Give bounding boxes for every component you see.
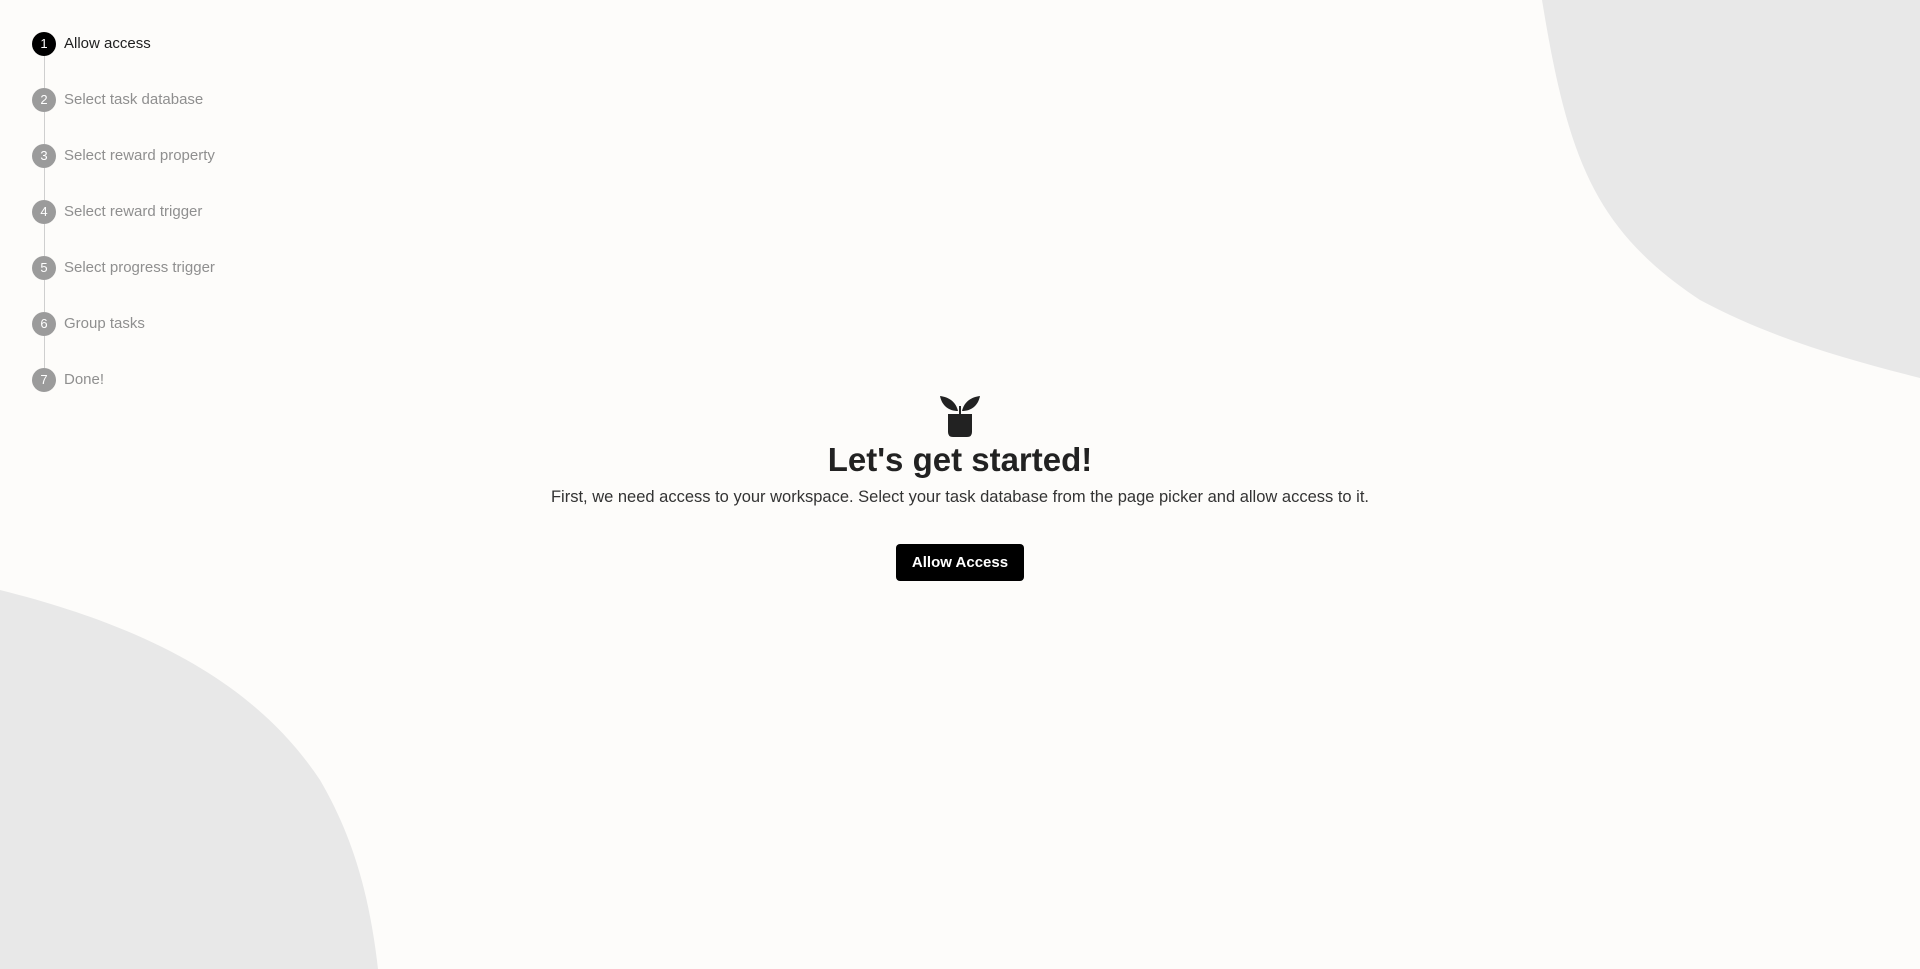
step-label: Group tasks — [64, 315, 145, 332]
step-connector — [43, 56, 45, 88]
step-label: Select reward property — [64, 147, 215, 164]
step-number: 3 — [32, 144, 56, 168]
welcome-panel: Let's get started! First, we need access… — [0, 394, 1920, 581]
bottom-left-blob — [0, 590, 378, 969]
step-select-task-database[interactable]: 2 Select task database — [32, 88, 252, 144]
step-number: 2 — [32, 88, 56, 112]
step-label: Select task database — [64, 91, 204, 108]
step-connector — [43, 168, 45, 200]
page-title: Let's get started! — [827, 441, 1093, 478]
step-connector — [43, 280, 45, 312]
setup-stepper: 1 Allow access 2 Select task database 3 … — [32, 32, 252, 424]
top-right-blob — [1542, 0, 1920, 378]
step-connector — [43, 224, 45, 256]
step-connector — [43, 112, 45, 144]
step-label: Allow access — [64, 35, 151, 52]
step-connector — [43, 336, 45, 368]
step-label: Select reward trigger — [64, 203, 203, 220]
step-number: 4 — [32, 200, 56, 224]
step-group-tasks[interactable]: 6 Group tasks — [32, 312, 252, 368]
step-select-reward-property[interactable]: 3 Select reward property — [32, 144, 252, 200]
page-description: First, we need access to your workspace.… — [550, 488, 1370, 506]
step-number: 7 — [32, 368, 56, 392]
step-select-progress-trigger[interactable]: 5 Select progress trigger — [32, 256, 252, 312]
step-number: 6 — [32, 312, 56, 336]
step-label: Select progress trigger — [64, 259, 215, 276]
step-number: 5 — [32, 256, 56, 280]
allow-access-button[interactable]: Allow Access — [895, 544, 1025, 581]
plant-icon — [940, 396, 980, 437]
step-number: 1 — [32, 32, 56, 56]
step-select-reward-trigger[interactable]: 4 Select reward trigger — [32, 200, 252, 256]
step-allow-access[interactable]: 1 Allow access — [32, 32, 252, 88]
onboarding-page: 1 Allow access 2 Select task database 3 … — [0, 0, 1920, 969]
step-label: Done! — [64, 371, 105, 388]
